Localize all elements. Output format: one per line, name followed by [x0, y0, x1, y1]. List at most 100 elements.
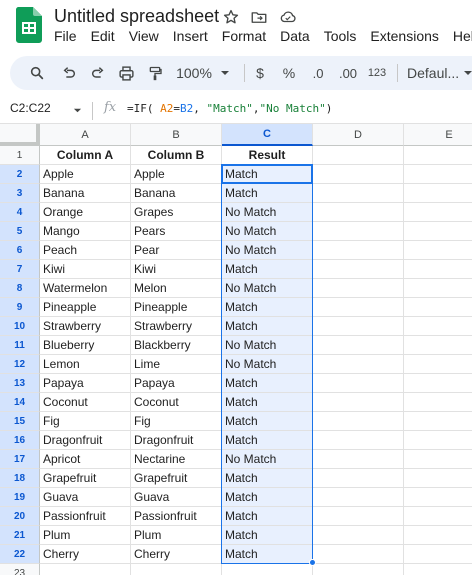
row-header[interactable]: 17	[0, 450, 40, 469]
font-select[interactable]: Defaul...	[407, 56, 465, 90]
table-cell[interactable]	[404, 545, 472, 564]
table-cell[interactable]	[404, 241, 472, 260]
table-cell[interactable]	[404, 393, 472, 412]
print-button[interactable]	[115, 56, 137, 90]
table-cell[interactable]	[404, 431, 472, 450]
chevron-down-icon[interactable]	[73, 106, 82, 115]
redo-button[interactable]	[87, 56, 109, 90]
table-cell[interactable]	[404, 507, 472, 526]
table-cell[interactable]	[313, 165, 404, 184]
table-cell[interactable]	[313, 545, 404, 564]
table-cell[interactable]: Apple	[40, 165, 131, 184]
table-cell[interactable]: Guava	[40, 488, 131, 507]
table-cell[interactable]: Fig	[131, 412, 222, 431]
table-cell[interactable]: Banana	[40, 184, 131, 203]
table-cell[interactable]	[40, 564, 131, 575]
table-cell[interactable]	[313, 241, 404, 260]
table-cell[interactable]	[313, 222, 404, 241]
column-header-a[interactable]: A	[40, 124, 131, 146]
table-cell[interactable]	[404, 165, 472, 184]
row-header[interactable]: 10	[0, 317, 40, 336]
row-header[interactable]: 8	[0, 279, 40, 298]
table-cell[interactable]: Papaya	[131, 374, 222, 393]
row-header[interactable]: 13	[0, 374, 40, 393]
header-cell[interactable]: Result	[222, 146, 313, 165]
column-header-e[interactable]: E	[404, 124, 472, 146]
header-cell[interactable]	[404, 146, 472, 165]
table-cell[interactable]	[313, 431, 404, 450]
sheets-logo[interactable]	[16, 7, 42, 43]
zoom-dropdown[interactable]	[218, 56, 232, 90]
table-cell[interactable]	[404, 526, 472, 545]
table-cell[interactable]	[313, 203, 404, 222]
table-cell[interactable]: Peach	[40, 241, 131, 260]
row-header[interactable]: 1	[0, 146, 40, 165]
table-cell[interactable]: Pineapple	[131, 298, 222, 317]
table-cell[interactable]: Plum	[131, 526, 222, 545]
row-header[interactable]: 2	[0, 165, 40, 184]
row-header[interactable]: 6	[0, 241, 40, 260]
row-header[interactable]: 21	[0, 526, 40, 545]
table-cell[interactable]: Strawberry	[131, 317, 222, 336]
row-header[interactable]: 22	[0, 545, 40, 564]
table-cell[interactable]	[404, 184, 472, 203]
header-cell[interactable]: Column A	[40, 146, 131, 165]
table-cell[interactable]	[313, 374, 404, 393]
table-cell[interactable]: Blackberry	[131, 336, 222, 355]
more-formats-button[interactable]: 123	[365, 56, 389, 90]
table-cell[interactable]	[313, 336, 404, 355]
table-cell[interactable]: Guava	[131, 488, 222, 507]
table-cell[interactable]	[313, 184, 404, 203]
table-cell[interactable]: Plum	[40, 526, 131, 545]
table-cell[interactable]	[404, 260, 472, 279]
table-cell[interactable]	[404, 336, 472, 355]
table-cell[interactable]	[313, 260, 404, 279]
menu-insert[interactable]: Insert	[166, 27, 215, 47]
table-cell[interactable]	[313, 526, 404, 545]
table-cell[interactable]	[313, 355, 404, 374]
column-header-b[interactable]: B	[131, 124, 222, 146]
table-cell[interactable]: Fig	[40, 412, 131, 431]
format-percent-button[interactable]: %	[279, 56, 299, 90]
star-icon[interactable]	[222, 8, 240, 26]
table-cell[interactable]: Kiwi	[40, 260, 131, 279]
undo-button[interactable]	[58, 56, 80, 90]
column-header-c[interactable]: C	[222, 124, 313, 146]
table-cell[interactable]	[313, 564, 404, 575]
table-cell[interactable]	[404, 412, 472, 431]
table-cell[interactable]: Lime	[131, 355, 222, 374]
table-cell[interactable]: Papaya	[40, 374, 131, 393]
select-all-corner[interactable]	[0, 124, 40, 146]
table-cell[interactable]	[404, 564, 472, 575]
menu-file[interactable]: File	[47, 27, 84, 47]
table-cell[interactable]: Blueberry	[40, 336, 131, 355]
table-cell[interactable]	[404, 488, 472, 507]
table-cell[interactable]	[313, 317, 404, 336]
table-cell[interactable]: Mango	[40, 222, 131, 241]
table-cell[interactable]	[313, 298, 404, 317]
table-cell[interactable]	[404, 203, 472, 222]
table-cell[interactable]: Apple	[131, 165, 222, 184]
table-cell[interactable]: Dragonfruit	[40, 431, 131, 450]
document-title[interactable]: Untitled spreadsheet	[54, 6, 219, 27]
increase-decimal-button[interactable]: .00	[335, 56, 361, 90]
menu-tools[interactable]: Tools	[317, 27, 364, 47]
table-cell[interactable]: Lemon	[40, 355, 131, 374]
table-cell[interactable]	[313, 469, 404, 488]
table-cell[interactable]: Grapefruit	[131, 469, 222, 488]
table-cell[interactable]: Orange	[40, 203, 131, 222]
row-header[interactable]: 18	[0, 469, 40, 488]
table-cell[interactable]	[404, 374, 472, 393]
table-cell[interactable]: Dragonfruit	[131, 431, 222, 450]
table-cell[interactable]: Pear	[131, 241, 222, 260]
move-to-folder-icon[interactable]	[250, 8, 268, 26]
row-header[interactable]: 5	[0, 222, 40, 241]
row-header[interactable]: 14	[0, 393, 40, 412]
table-cell[interactable]	[313, 412, 404, 431]
table-cell[interactable]: Cherry	[131, 545, 222, 564]
menu-view[interactable]: View	[122, 27, 166, 47]
menu-help[interactable]: Help	[446, 27, 472, 47]
row-header[interactable]: 23	[0, 564, 40, 575]
table-cell[interactable]: Melon	[131, 279, 222, 298]
header-cell[interactable]: Column B	[131, 146, 222, 165]
